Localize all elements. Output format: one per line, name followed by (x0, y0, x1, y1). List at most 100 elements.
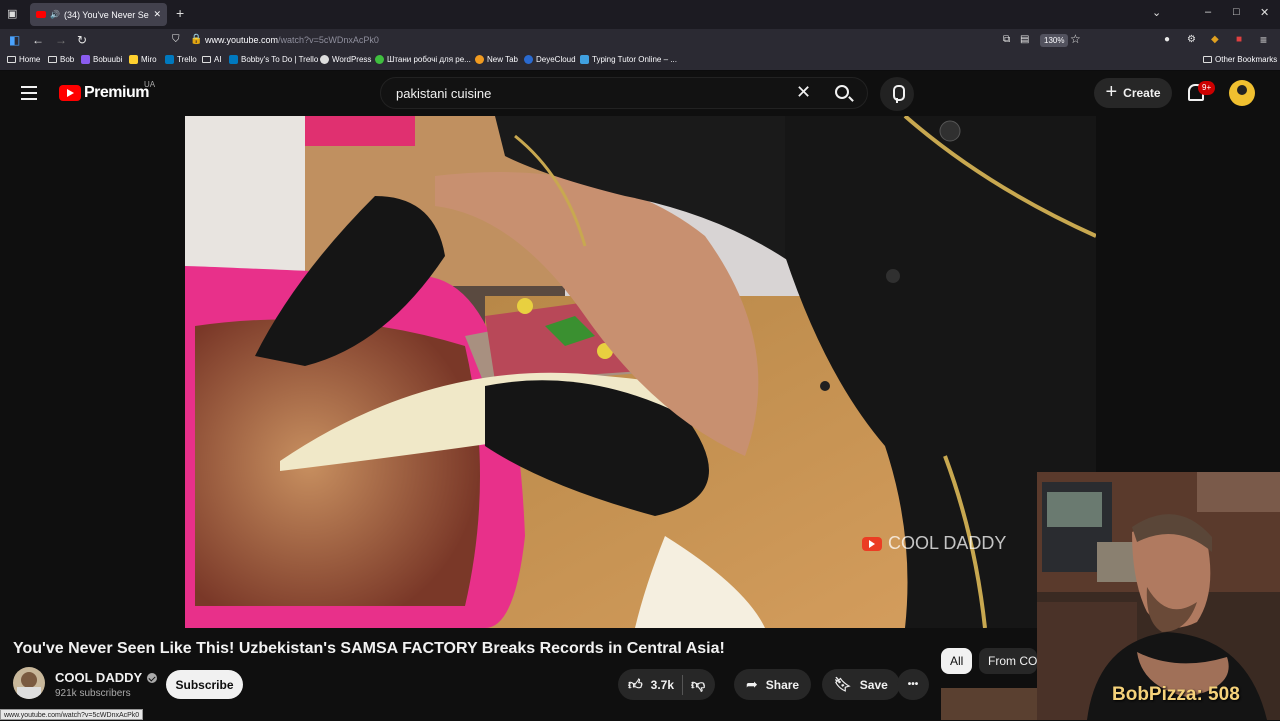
reload-icon[interactable]: ↻ (77, 33, 87, 47)
create-label: Create (1123, 86, 1161, 100)
extension-icon[interactable]: ● (1164, 34, 1170, 45)
lock-icon[interactable]: 🔒 (190, 34, 202, 45)
url-path: /watch?v=5cWDnxAcPk0 (278, 35, 379, 45)
browser-status-link: www.youtube.com/watch?v=5cWDnxAcPk0 (0, 709, 144, 720)
tab-title: (34) You've Never Seen Lik (63, 9, 149, 20)
notifications-badge: 9+ (1198, 81, 1216, 95)
shield-icon[interactable]: ⛉ (172, 34, 180, 45)
channel-watermark: COOL DADDY (862, 533, 1006, 554)
maximize-button[interactable]: □ (1233, 6, 1240, 18)
tab-list-icon[interactable]: ▣ (7, 7, 17, 20)
bookmark-ai[interactable]: AI (202, 55, 222, 64)
other-bookmarks[interactable]: Other Bookmarks (1203, 55, 1277, 64)
cloud-icon (524, 55, 533, 64)
extension-icon-2[interactable]: ◆ (1211, 34, 1219, 45)
trello-icon (165, 55, 174, 64)
youtube-premium-logo[interactable]: Premium (84, 84, 149, 102)
subscriber-count: 921k subscribers (55, 688, 131, 699)
zoom-level-button[interactable]: 130% (1040, 34, 1069, 47)
bookmark-wordpress[interactable]: WordPress (320, 55, 371, 64)
tab-active[interactable]: 🔊 (34) You've Never Seen Lik ✕ (30, 3, 167, 26)
bookmark-favicon-icon (580, 55, 589, 64)
like-divider (682, 674, 683, 695)
folder-icon (7, 56, 16, 63)
reader-view-icon[interactable]: ▤ (1020, 34, 1029, 45)
bookmark-favicon-icon (81, 55, 90, 64)
back-arrow-icon[interactable]: ← (32, 33, 44, 47)
bookmark-star-icon[interactable]: ☆ (1070, 32, 1081, 46)
bookmark-miro[interactable]: Miro (129, 55, 157, 64)
create-button[interactable]: + Create (1094, 78, 1172, 108)
video-title: You've Never Seen Like This! Uzbekistan'… (13, 640, 725, 657)
youtube-logo-icon[interactable] (59, 85, 81, 101)
plus-icon: + (1105, 80, 1118, 103)
wordpress-icon (320, 55, 329, 64)
puzzle-extensions-icon[interactable]: ⚙ (1187, 34, 1196, 45)
region-code: UA (144, 80, 156, 89)
sidebar-toggle-icon[interactable]: ◧ (9, 33, 20, 47)
recommended-thumbnail[interactable] (941, 688, 1037, 720)
bookmark-home[interactable]: Home (7, 55, 40, 64)
folder-icon (202, 56, 211, 63)
youtube-play-icon (862, 536, 882, 551)
chip-all[interactable]: All (941, 648, 973, 674)
bookmark-bobbys-todo[interactable]: Bobby's To Do | Trello (229, 55, 318, 64)
bookmark-favicon-icon (375, 55, 384, 64)
trello-icon (229, 55, 238, 64)
forward-arrow-icon[interactable]: → (55, 33, 67, 47)
extension-icon-3[interactable]: ■ (1236, 34, 1242, 45)
tab-close-icon[interactable]: ✕ (153, 9, 161, 20)
search-icon[interactable] (835, 85, 849, 99)
stream-counter: BobPizza: 508 (1112, 684, 1240, 705)
share-label: Share (765, 677, 800, 692)
subscribe-button[interactable]: Subscribe (166, 670, 243, 699)
channel-name-link[interactable]: COOL DADDY (55, 670, 158, 685)
bookmark-new-tab[interactable]: New Tab (475, 55, 518, 64)
folder-icon (1203, 56, 1212, 63)
menu-icon[interactable]: ≡ (1260, 33, 1267, 47)
bookmark-deyecloud[interactable]: DeyeCloud (524, 55, 576, 64)
miro-icon (129, 55, 138, 64)
minimize-button[interactable]: – (1205, 6, 1211, 18)
channel-name: COOL DADDY (55, 670, 143, 685)
bookmark-bob[interactable]: Bob (48, 55, 74, 64)
verified-check-icon (147, 672, 158, 683)
save-label: Save (859, 677, 888, 692)
voice-search-mic-icon[interactable] (880, 77, 914, 111)
browser-tab-bar: ▣ 🔊 (34) You've Never Seen Lik ✕ + ⌄ – □… (0, 0, 1280, 29)
thumbs-up-icon[interactable]: 👍︎ (628, 676, 643, 693)
like-count[interactable]: 3.7k (651, 678, 674, 692)
address-bar[interactable]: www.youtube.com/watch?v=5cWDnxAcPk0 (205, 35, 379, 45)
close-window-button[interactable]: ✕ (1260, 6, 1269, 19)
speaker-icon: 🔊 (50, 10, 60, 19)
streamer-webcam-overlay (1037, 472, 1280, 720)
chip-from-channel[interactable]: From COOL DADDY (979, 648, 1037, 674)
menu-hamburger-icon[interactable] (21, 86, 37, 100)
bookmark-bobuubi[interactable]: Bobuubi (81, 55, 122, 64)
url-host: www.youtube.com (205, 35, 279, 45)
share-button[interactable]: ➦ Share (734, 669, 812, 700)
folder-icon (48, 56, 57, 63)
thumbs-down-icon[interactable]: 👎︎ (691, 676, 705, 693)
new-tab-button[interactable]: + (176, 5, 184, 21)
channel-avatar[interactable] (13, 667, 45, 699)
webcam-image (1037, 472, 1280, 720)
youtube-masthead: Premium UA pakistani cuisine ✕ + Create … (0, 71, 1280, 116)
tab-dropdown-chevron-down-icon[interactable]: ⌄ (1152, 6, 1161, 19)
channel-avatar-image (17, 672, 41, 699)
save-button[interactable]: 🔖︎ Save (822, 669, 900, 700)
bookmark-typing-tutor[interactable]: Typing Tutor Online – ... (580, 55, 677, 64)
watermark-text: COOL DADDY (888, 533, 1007, 553)
more-actions-button[interactable]: ••• (897, 669, 929, 700)
picture-in-picture-icon[interactable]: ⧉ (1003, 34, 1010, 45)
bookmark-trello[interactable]: Trello (165, 55, 197, 64)
account-avatar[interactable] (1229, 80, 1255, 106)
bookmarks-bar: Home Bob Bobuubi Miro Trello AI Bobby's … (0, 52, 1280, 71)
new-tab-icon (475, 55, 484, 64)
clear-search-icon[interactable]: ✕ (796, 82, 811, 103)
search-box[interactable]: pakistani cuisine ✕ (380, 77, 868, 109)
bookmark-icon: 🔖︎ (834, 676, 852, 692)
bookmark-pants[interactable]: Штани робочі для ре... (375, 55, 471, 64)
search-input[interactable]: pakistani cuisine (396, 86, 491, 101)
browser-navigation-bar: ◧ ← → ↻ ⛉ 🔒 www.youtube.com/watch?v=5cWD… (0, 29, 1280, 52)
